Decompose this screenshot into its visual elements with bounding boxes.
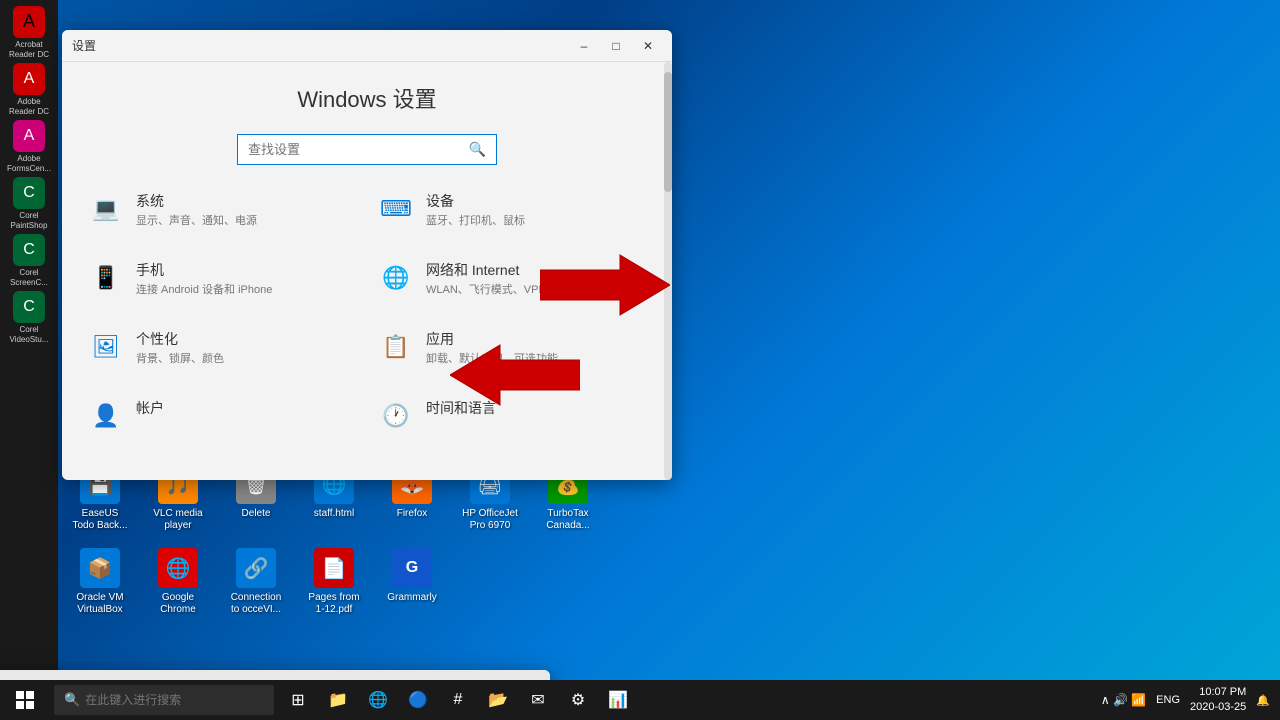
chinese-settings-personalization[interactable]: 🖼 个性化 背景、锁屏、颜色 xyxy=(82,323,362,372)
sidebar-icon-formscentral[interactable]: A AdobeFormsCen... xyxy=(4,119,54,174)
taskbar-right: ∧ 🔊 📶 ENG 10:07 PM 2020-03-25 🔔 xyxy=(1101,685,1280,716)
chinese-settings-devices[interactable]: ⌨ 设备 蓝牙、打印机、鼠标 xyxy=(372,185,652,234)
left-arrow xyxy=(450,340,580,410)
taskbar-outlook[interactable]: ✉ xyxy=(522,684,554,716)
taskbar-language: ENG xyxy=(1156,694,1180,706)
chinese-phone-icon: 📱 xyxy=(88,260,124,296)
taskbar-search-bar[interactable]: 🔍 xyxy=(54,685,274,715)
desktop-icon-virtualbox[interactable]: 📦 Oracle VMVirtualBox xyxy=(65,544,135,620)
chinese-maximize-button[interactable]: □ xyxy=(602,35,630,57)
chinese-settings-heading: Windows 设置 xyxy=(82,82,652,114)
sidebar-icon-videostudio[interactable]: C CorelVideoStu... xyxy=(4,290,54,345)
taskbar-icons: ⊞ 📁 🌐 🔵 # 📂 ✉ ⚙ 📊 xyxy=(282,684,634,716)
chinese-personalization-icon: 🖼 xyxy=(88,329,124,365)
chinese-settings-system[interactable]: 💻 系统 显示、声音、通知、电源 xyxy=(82,185,362,234)
chinese-accounts-title: 帐户 xyxy=(136,398,164,418)
desktop-icon-chrome[interactable]: 🌐 GoogleChrome xyxy=(143,544,213,620)
desktop-icon-pages[interactable]: 📄 Pages from1-12.pdf xyxy=(299,544,369,620)
sidebar-icon-corelscreen[interactable]: C CorelScreenC... xyxy=(4,233,54,288)
desktop-icon-connection[interactable]: 🔗 Connectionto occeVI... xyxy=(221,544,291,620)
taskbar-powerpoint[interactable]: 📊 xyxy=(602,684,634,716)
chinese-devices-title: 设备 xyxy=(426,191,525,211)
chinese-close-button[interactable]: ✕ xyxy=(634,35,662,57)
chinese-search-input[interactable] xyxy=(248,142,469,157)
start-button[interactable] xyxy=(0,680,50,720)
chinese-window-controls: – □ ✕ xyxy=(570,35,662,57)
sidebar-icon-corel[interactable]: C CorelPaintShop xyxy=(4,176,54,231)
chinese-apps-icon: 📋 xyxy=(378,329,414,365)
chinese-accounts-icon: 👤 xyxy=(88,398,124,434)
taskbar-system-tray: ∧ 🔊 📶 xyxy=(1101,693,1146,707)
taskbar-date: 2020-03-25 xyxy=(1190,700,1246,715)
chinese-search-bar[interactable]: 🔍 xyxy=(237,134,497,165)
taskbar-task-view[interactable]: ⊞ xyxy=(282,684,314,716)
chinese-network-title: 网络和 Internet xyxy=(426,260,546,280)
chinese-personalization-title: 个性化 xyxy=(136,329,224,349)
chinese-system-sub: 显示、声音、通知、电源 xyxy=(136,212,257,228)
chinese-devices-icon: ⌨ xyxy=(378,191,414,227)
sidebar-icon-acrobat[interactable]: A AcrobatReader DC xyxy=(4,5,54,60)
sidebar: A AcrobatReader DC A AdobeReader DC A Ad… xyxy=(0,0,58,680)
taskbar: 🔍 ⊞ 📁 🌐 🔵 # 📂 ✉ ⚙ 📊 ∧ 🔊 📶 ENG 10:07 PM 2… xyxy=(0,680,1280,720)
chinese-network-icon: 🌐 xyxy=(378,260,414,296)
taskbar-calculator[interactable]: # xyxy=(442,684,474,716)
desktop-icon-grammarly[interactable]: G Grammarly xyxy=(377,544,447,620)
taskbar-chrome[interactable]: 🔵 xyxy=(402,684,434,716)
chinese-window-title: 设置 xyxy=(72,37,570,54)
chinese-search-icon: 🔍 xyxy=(469,141,486,158)
chinese-network-sub: WLAN、飞行模式、VPN xyxy=(426,281,546,297)
taskbar-edge[interactable]: 🌐 xyxy=(362,684,394,716)
chinese-personalization-sub: 背景、锁屏、颜色 xyxy=(136,350,224,366)
chinese-settings-phone[interactable]: 📱 手机 连接 Android 设备和 iPhone xyxy=(82,254,362,303)
chinese-scroll-thumb[interactable] xyxy=(664,72,672,192)
chinese-phone-title: 手机 xyxy=(136,260,272,280)
taskbar-time: 10:07 PM xyxy=(1190,685,1246,700)
chinese-settings-accounts[interactable]: 👤 帐户 xyxy=(82,392,362,440)
chinese-system-title: 系统 xyxy=(136,191,257,211)
taskbar-clock: 10:07 PM 2020-03-25 xyxy=(1190,685,1246,716)
taskbar-settings[interactable]: ⚙ xyxy=(562,684,594,716)
chinese-time-icon: 🕐 xyxy=(378,398,414,434)
chinese-minimize-button[interactable]: – xyxy=(570,35,598,57)
taskbar-folder[interactable]: 📂 xyxy=(482,684,514,716)
chinese-devices-sub: 蓝牙、打印机、鼠标 xyxy=(426,212,525,228)
desktop-icons-area: 💾 EaseUSTodo Back... 🎵 VLC mediaplayer 🗑… xyxy=(65,460,665,620)
taskbar-search-input[interactable] xyxy=(85,693,245,707)
taskbar-file-explorer[interactable]: 📁 xyxy=(322,684,354,716)
sidebar-icon-adobe[interactable]: A AdobeReader DC xyxy=(4,62,54,117)
chinese-phone-sub: 连接 Android 设备和 iPhone xyxy=(136,281,272,297)
desktop: A AcrobatReader DC A AdobeReader DC A Ad… xyxy=(0,0,1280,720)
taskbar-notification[interactable]: 🔔 xyxy=(1256,694,1270,707)
chinese-window-titlebar: 设置 – □ ✕ xyxy=(62,30,672,62)
chinese-system-icon: 💻 xyxy=(88,191,124,227)
right-arrow xyxy=(540,250,670,320)
